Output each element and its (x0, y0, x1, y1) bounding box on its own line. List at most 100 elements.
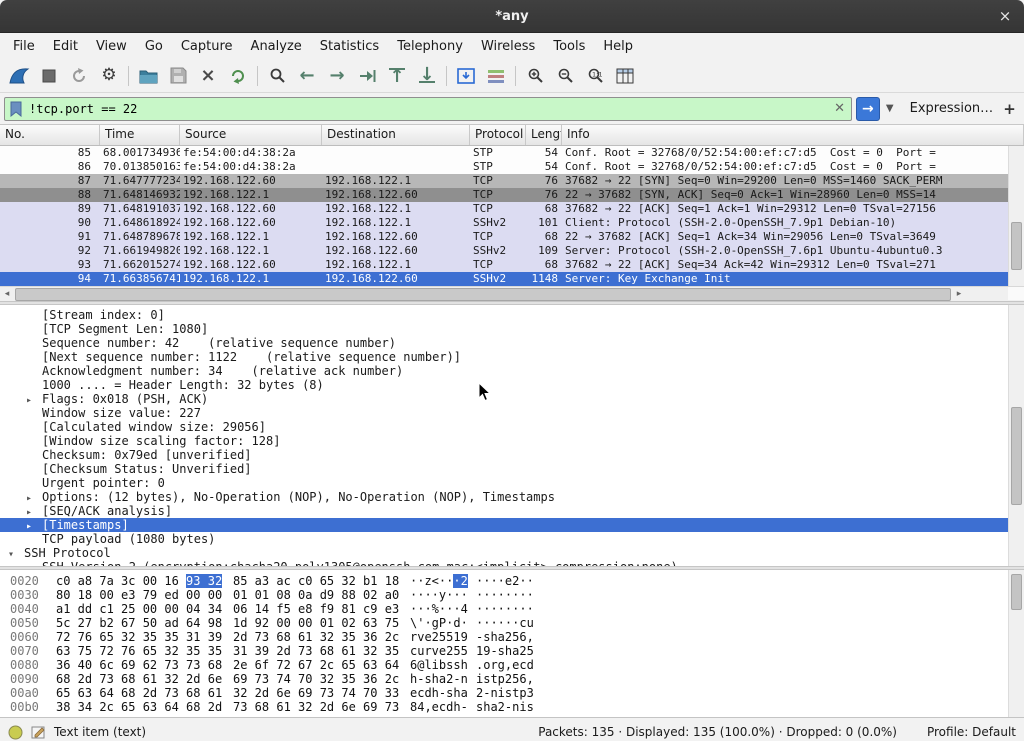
packet-row-85[interactable]: 8568.001734936fe:54:00:d4:38:2aSTP54Conf… (0, 146, 1008, 160)
detail-seq-ack-analysis[interactable]: ▸[SEQ/ACK analysis] (0, 504, 1008, 518)
menu-help[interactable]: Help (594, 36, 642, 57)
packet-row-94-selected[interactable]: 9471.663856741192.168.122.1192.168.122.6… (0, 272, 1008, 286)
detail-segment-len[interactable]: [TCP Segment Len: 1080] (0, 322, 1008, 336)
detail-next-sequence[interactable]: [Next sequence number: 1122 (relative se… (0, 350, 1008, 364)
filter-clear-icon[interactable]: ✕ (832, 101, 847, 116)
column-length[interactable]: Length (526, 125, 562, 145)
menu-wireless[interactable]: Wireless (472, 36, 544, 57)
detail-options[interactable]: ▸Options: (12 bytes), No-Operation (NOP)… (0, 490, 1008, 504)
detail-scaling-factor[interactable]: [Window size scaling factor: 128] (0, 434, 1008, 448)
menu-analyze[interactable]: Analyze (242, 36, 311, 57)
scrollbar-thumb[interactable] (1011, 407, 1022, 505)
menu-edit[interactable]: Edit (44, 36, 87, 57)
detail-ssh-protocol[interactable]: ▾SSH Protocol (0, 546, 1008, 560)
column-time[interactable]: Time (100, 125, 180, 145)
capture-stop-button[interactable] (34, 62, 64, 90)
hex-row[interactable]: 00505c 27 b2 67 50 ad 64 981d 92 00 00 0… (0, 616, 1024, 630)
packet-row-92[interactable]: 9271.661949820192.168.122.1192.168.122.6… (0, 244, 1008, 258)
capture-restart-button[interactable] (64, 62, 94, 90)
packet-row-90[interactable]: 9071.648618924192.168.122.60192.168.122.… (0, 216, 1008, 230)
profile-selector[interactable]: Profile: Default (927, 725, 1016, 739)
expert-info-icon[interactable] (8, 725, 23, 740)
menu-view[interactable]: View (87, 36, 136, 57)
detail-window-size[interactable]: Window size value: 227 (0, 406, 1008, 420)
menu-go[interactable]: Go (136, 36, 172, 57)
scrollbar-thumb[interactable] (15, 288, 951, 301)
column-protocol[interactable]: Protocol (470, 125, 526, 145)
capture-comment-icon[interactable] (31, 725, 46, 740)
packet-list-vscrollbar[interactable] (1008, 146, 1024, 286)
detail-stream-index[interactable]: [Stream index: 0] (0, 308, 1008, 322)
find-packet-button[interactable] (262, 62, 292, 90)
go-first-button[interactable]: ↑ (382, 62, 412, 90)
detail-urgent-pointer[interactable]: Urgent pointer: 0 (0, 476, 1008, 490)
column-no[interactable]: No. (0, 125, 100, 145)
filter-add-button[interactable]: + (1001, 98, 1018, 120)
save-file-button[interactable] (163, 62, 193, 90)
hex-row[interactable]: 00a065 63 64 68 2d 73 68 6132 2d 6e 69 7… (0, 686, 1024, 700)
resize-columns-button[interactable] (610, 62, 640, 90)
hex-row[interactable]: 009068 2d 73 68 61 32 2d 6e69 73 74 70 3… (0, 672, 1024, 686)
filter-apply-button[interactable]: → (856, 97, 880, 121)
details-vscrollbar[interactable] (1008, 305, 1024, 566)
menu-capture[interactable]: Capture (172, 36, 242, 57)
zoom-original-button[interactable]: 1:1 (580, 62, 610, 90)
open-file-button[interactable] (133, 62, 163, 90)
scrollbar-thumb[interactable] (1011, 222, 1022, 270)
colorize-button[interactable] (481, 62, 511, 90)
column-source[interactable]: Source (180, 125, 322, 145)
detail-ack-number[interactable]: Acknowledgment number: 34 (relative ack … (0, 364, 1008, 378)
packet-row-93[interactable]: 9371.662015274192.168.122.60192.168.122.… (0, 258, 1008, 272)
column-info[interactable]: Info (562, 125, 1024, 145)
bytes-vscrollbar[interactable] (1008, 570, 1024, 717)
detail-timestamps-selected[interactable]: ▸[Timestamps] (0, 518, 1008, 532)
zoom-in-button[interactable] (520, 62, 550, 90)
hex-row[interactable]: 0020c0 a8 7a 3c 00 16 93 3285 a3 ac c0 6… (0, 574, 1024, 588)
go-to-packet-button[interactable] (352, 62, 382, 90)
filter-dropdown-icon[interactable]: ▼ (884, 98, 896, 120)
packet-row-88[interactable]: 8871.648146932192.168.122.1192.168.122.6… (0, 188, 1008, 202)
detail-tcp-payload[interactable]: TCP payload (1080 bytes) (0, 532, 1008, 546)
detail-header-length[interactable]: 1000 .... = Header Length: 32 bytes (8) (0, 378, 1008, 392)
expression-button[interactable]: Expression… (910, 101, 994, 116)
column-destination[interactable]: Destination (322, 125, 470, 145)
display-filter-input[interactable] (27, 101, 828, 117)
detail-sequence-number[interactable]: Sequence number: 42 (relative sequence n… (0, 336, 1008, 350)
bookmark-icon[interactable] (9, 101, 23, 117)
hex-row[interactable]: 0040a1 dd c1 25 00 00 04 3406 14 f5 e8 f… (0, 602, 1024, 616)
hex-row[interactable]: 008036 40 6c 69 62 73 73 682e 6f 72 67 2… (0, 658, 1024, 672)
zoom-out-button[interactable] (550, 62, 580, 90)
window-close-button[interactable]: × (996, 7, 1014, 25)
scrollbar-thumb[interactable] (1011, 574, 1022, 610)
reload-button[interactable] (223, 62, 253, 90)
detail-flags[interactable]: ▸Flags: 0x018 (PSH, ACK) (0, 392, 1008, 406)
detail-checksum[interactable]: Checksum: 0x79ed [unverified] (0, 448, 1008, 462)
autoscroll-button[interactable] (451, 62, 481, 90)
hex-row[interactable]: 006072 76 65 32 35 35 31 392d 73 68 61 3… (0, 630, 1024, 644)
packet-row-86[interactable]: 8670.013850163fe:54:00:d4:38:2aSTP54Conf… (0, 160, 1008, 174)
hex-row[interactable]: 007063 75 72 76 65 32 35 3531 39 2d 73 6… (0, 644, 1024, 658)
go-forward-button[interactable]: → (322, 62, 352, 90)
go-back-button[interactable]: ← (292, 62, 322, 90)
hex-row[interactable]: 00b038 34 2c 65 63 64 68 2d73 68 61 32 2… (0, 700, 1024, 714)
close-file-button[interactable]: × (193, 62, 223, 90)
capture-start-button[interactable] (4, 62, 34, 90)
packet-list-hscrollbar[interactable]: ◂ ▸ (0, 286, 1024, 301)
menu-statistics[interactable]: Statistics (311, 36, 388, 57)
menu-telephony[interactable]: Telephony (388, 36, 472, 57)
detail-checksum-status[interactable]: [Checksum Status: Unverified] (0, 462, 1008, 476)
packet-row-87[interactable]: 8771.647777234192.168.122.60192.168.122.… (0, 174, 1008, 188)
packet-row-91[interactable]: 9171.648789678192.168.122.1192.168.122.6… (0, 230, 1008, 244)
packet-row-89[interactable]: 8971.648191037192.168.122.60192.168.122.… (0, 202, 1008, 216)
scroll-right-arrow-icon[interactable]: ▸ (952, 287, 966, 300)
hex-row[interactable]: 003080 18 00 e3 79 ed 00 0001 01 08 0a d… (0, 588, 1024, 602)
detail-text: Sequence number: 42 (relative sequence n… (42, 336, 396, 350)
go-last-button[interactable]: ↓ (412, 62, 442, 90)
capture-options-button[interactable]: ⚙ (94, 62, 124, 90)
detail-calc-window[interactable]: [Calculated window size: 29056] (0, 420, 1008, 434)
scroll-left-arrow-icon[interactable]: ◂ (0, 287, 14, 300)
menu-tools[interactable]: Tools (544, 36, 594, 57)
packet-source: fe:54:00:d4:38:2a (180, 146, 322, 160)
detail-ssh-version[interactable]: SSH Version 2 (encryption:chacha20-poly1… (0, 560, 1008, 566)
menu-file[interactable]: File (4, 36, 44, 57)
